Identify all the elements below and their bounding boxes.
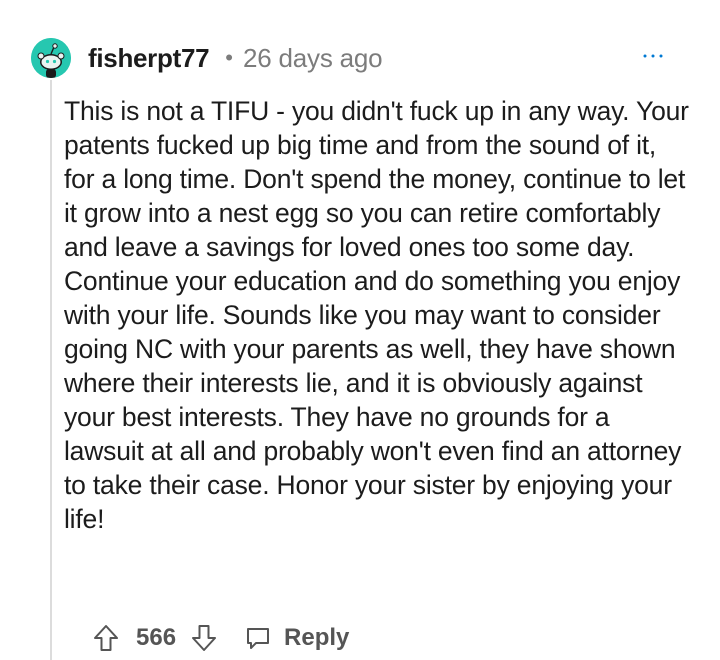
reply-bubble-icon (247, 628, 270, 649)
comment-body: This is not a TIFU - you didn't fuck up … (64, 96, 689, 534)
reply-button[interactable]: Reply (244, 624, 349, 652)
reply-label: Reply (284, 624, 350, 651)
downvote-arrow-icon (192, 625, 217, 651)
upvote-button[interactable] (88, 620, 124, 656)
comment-header: fisherpt77 • 26 days ago (88, 40, 383, 76)
upvote-arrow-icon (94, 625, 118, 651)
more-options-button[interactable] (640, 46, 670, 66)
thread-line[interactable] (50, 80, 52, 660)
comment-actions: 566 Reply (88, 620, 349, 656)
user-avatar[interactable] (31, 38, 71, 78)
more-options-icon (643, 54, 663, 58)
snoo-avatar-icon (31, 38, 71, 78)
comment-timestamp[interactable]: 26 days ago (243, 43, 383, 74)
meta-separator: • (225, 45, 233, 70)
username-link[interactable]: fisherpt77 (88, 43, 210, 74)
vote-score: 566 (136, 624, 177, 651)
downvote-button[interactable] (186, 620, 222, 656)
